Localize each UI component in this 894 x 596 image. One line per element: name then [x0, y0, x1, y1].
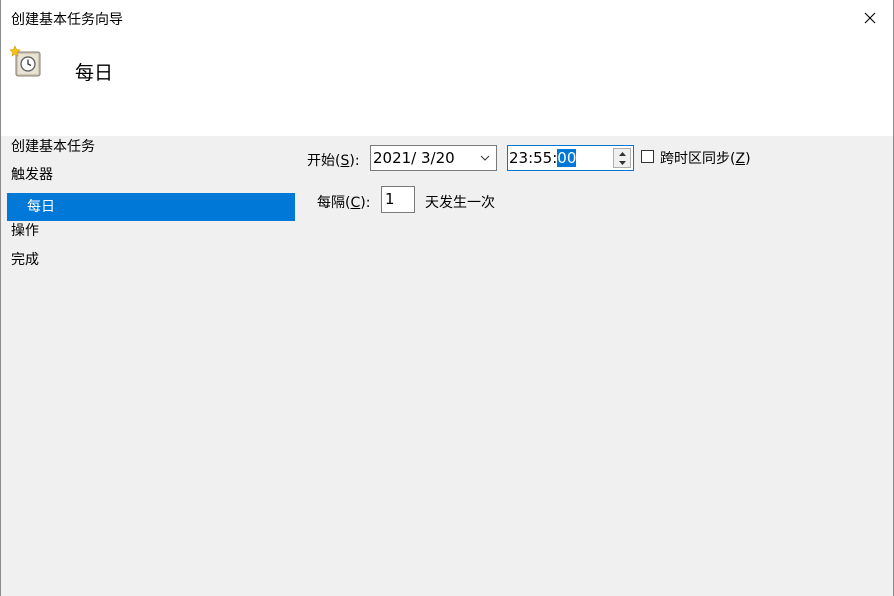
close-icon [864, 12, 876, 24]
interval-suffix: 天发生一次 [425, 195, 495, 211]
interval-label: 每隔(C): [317, 195, 371, 211]
start-time-field[interactable]: 23:55:00 [507, 145, 634, 171]
chevron-down-icon[interactable] [478, 146, 492, 170]
page-title: 每日 [75, 62, 114, 84]
window-title: 创建基本任务向导 [11, 12, 123, 28]
wizard-window: 创建基本任务向导 每日 创建基本任务 触发器 每日 操作 完成 开始(S): 2… [0, 0, 894, 596]
step-create-basic-task[interactable]: 创建基本任务 [11, 134, 95, 160]
title-bar: 创建基本任务向导 [1, 0, 893, 36]
sync-timezone-label: 跨时区同步(Z) [660, 151, 751, 167]
sync-timezone-checkbox[interactable] [641, 150, 654, 163]
spin-up-icon[interactable] [614, 149, 630, 158]
wizard-steps: 创建基本任务 触发器 每日 操作 完成 [7, 138, 297, 278]
start-date-value: 2021/ 3/20 [373, 149, 455, 167]
step-trigger[interactable]: 触发器 [11, 162, 53, 188]
start-label: 开始(S): [307, 153, 360, 169]
close-button[interactable] [855, 4, 885, 32]
time-spinner[interactable] [613, 148, 631, 168]
step-action[interactable]: 操作 [11, 218, 39, 244]
start-date-picker[interactable]: 2021/ 3/20 [370, 145, 497, 171]
step-daily-selected[interactable]: 每日 [7, 193, 295, 221]
task-scheduler-clock-icon [9, 45, 41, 77]
time-value: 23:55: [509, 149, 558, 167]
spin-down-icon[interactable] [614, 158, 630, 167]
step-finish[interactable]: 完成 [11, 247, 39, 273]
time-seconds-selected: 00 [557, 149, 577, 167]
interval-input[interactable]: 1 [381, 186, 415, 213]
wizard-header: 每日 [1, 36, 893, 136]
trigger-settings: 开始(S): 2021/ 3/20 23:55:00 跨时区同步(Z) 每隔(C… [301, 138, 893, 596]
